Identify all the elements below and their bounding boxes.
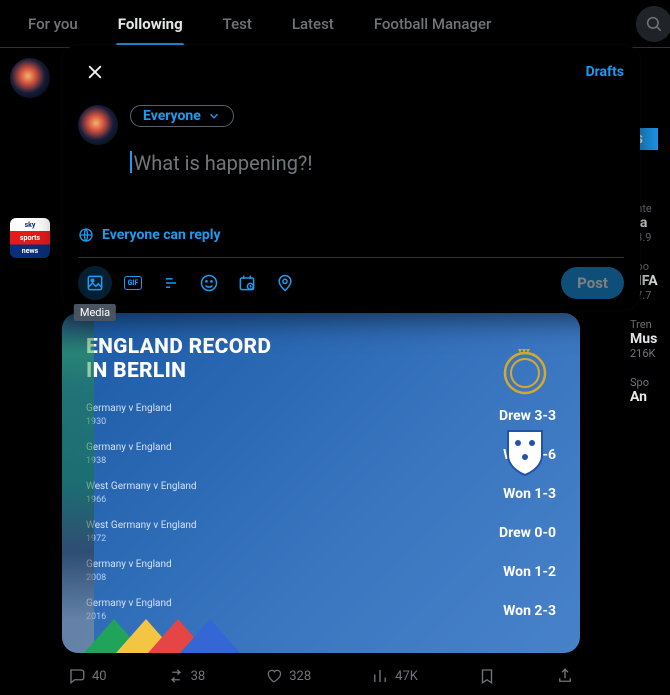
tab-football-manager[interactable]: Football Manager — [354, 0, 512, 47]
compose-placeholder: What is happening?! — [134, 151, 313, 175]
location-button[interactable] — [268, 266, 302, 300]
trend-item[interactable]: SpoAn — [630, 372, 670, 409]
avatar[interactable] — [10, 58, 50, 98]
search-button[interactable] — [636, 6, 670, 42]
card-title-2: IN BERLIN — [86, 359, 186, 383]
england-crest-icon — [498, 425, 552, 479]
close-button[interactable] — [78, 55, 112, 89]
compose-avatar[interactable] — [78, 105, 118, 145]
poll-button[interactable] — [154, 266, 188, 300]
compose-modal: Drafts Everyone What is happening?! Ever… — [62, 45, 640, 310]
record-row: West Germany v England1966Won 1-3 — [86, 481, 556, 506]
avatar-sky-sports[interactable]: skysportsnews — [10, 218, 50, 258]
media-button[interactable]: Media — [78, 266, 112, 300]
emoji-icon — [199, 273, 219, 293]
record-row: Germany v England2008Won 1-2 — [86, 559, 556, 584]
gif-button[interactable]: GIF — [116, 266, 150, 300]
record-row: Germany v England1938Won 3-6 — [86, 442, 556, 467]
close-icon — [85, 62, 105, 82]
schedule-button[interactable] — [230, 266, 264, 300]
tab-latest[interactable]: Latest — [272, 0, 354, 47]
location-icon — [275, 273, 295, 293]
audience-label: Everyone — [143, 108, 201, 124]
compose-text-input[interactable]: What is happening?! — [130, 151, 624, 221]
card-title-1: ENGLAND RECORD — [86, 335, 271, 359]
schedule-icon — [237, 273, 257, 293]
media-tooltip: Media — [74, 304, 116, 321]
germany-crest-icon — [498, 343, 552, 397]
emoji-button[interactable] — [192, 266, 226, 300]
gif-icon: GIF — [124, 276, 142, 290]
record-row: West Germany v England1972Drew 0-0 — [86, 520, 556, 545]
trend-item[interactable]: TrenMus216K — [630, 314, 670, 364]
search-icon — [645, 15, 663, 33]
record-rows: Germany v England1930Drew 3-3 Germany v E… — [86, 403, 556, 623]
reply-settings-button[interactable]: Everyone can reply — [62, 223, 640, 257]
post-image[interactable]: ENGLAND RECORD IN BERLIN Germany v Engla… — [62, 313, 580, 653]
tab-for-you[interactable]: For you — [8, 0, 98, 47]
post-button[interactable]: Post — [561, 267, 624, 299]
tab-test[interactable]: Test — [203, 0, 272, 47]
post-actions: 40 38 328 47K — [62, 653, 580, 685]
drafts-button[interactable]: Drafts — [586, 64, 624, 80]
image-icon — [85, 273, 105, 293]
audience-selector[interactable]: Everyone — [130, 105, 234, 127]
globe-icon — [78, 227, 94, 243]
poll-icon — [161, 273, 181, 293]
tab-following[interactable]: Following — [98, 0, 203, 47]
record-row: Germany v England1930Drew 3-3 — [86, 403, 556, 428]
timeline-tabs: For you Following Test Latest Football M… — [0, 0, 670, 48]
reply-settings-label: Everyone can reply — [102, 227, 221, 243]
chevron-down-icon — [207, 109, 221, 123]
